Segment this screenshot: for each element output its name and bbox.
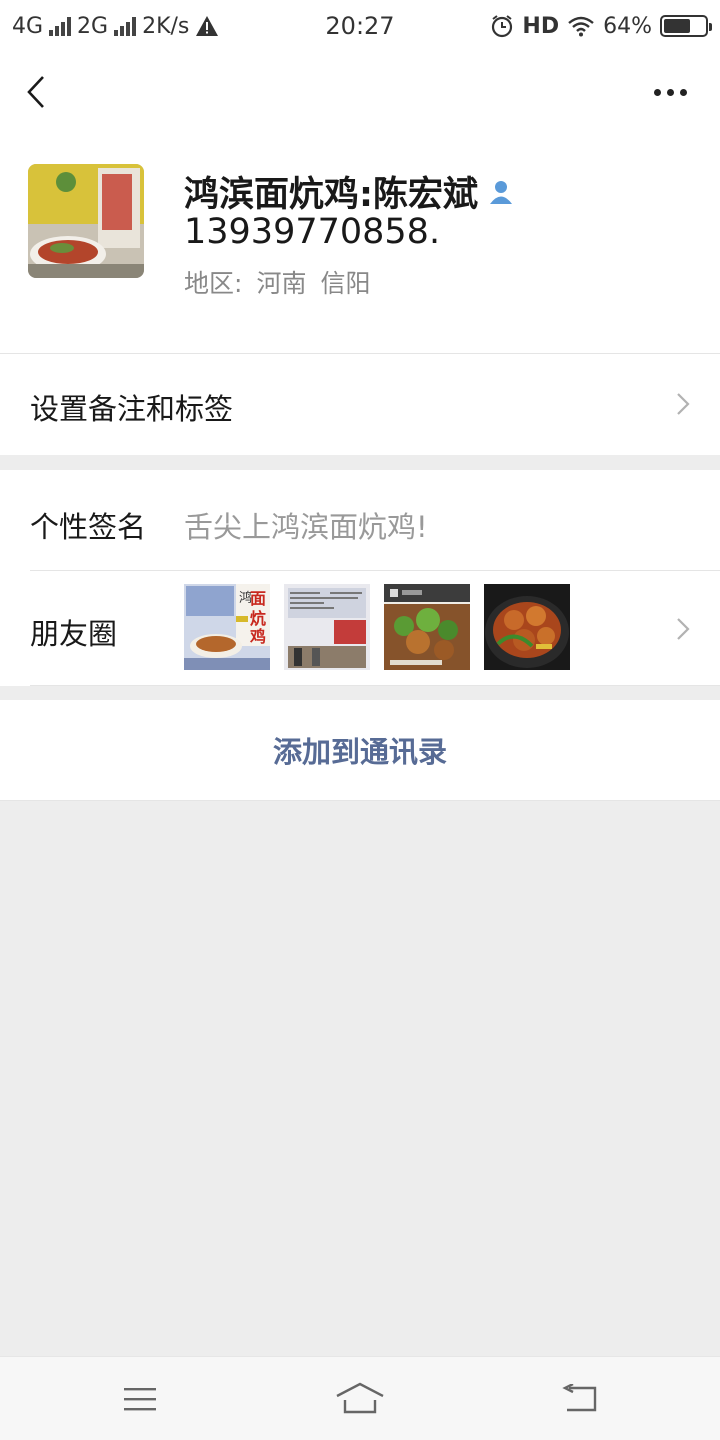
moment-thumbnail[interactable]: 鸿 面 炕 鸡 [184,584,270,670]
more-dots-icon [653,88,661,96]
avatar-image [28,164,144,278]
add-to-contacts-button[interactable]: 添加到通讯录 [273,729,447,771]
warning-icon [196,16,219,36]
svg-text:面: 面 [250,589,266,608]
speed-label: 2K/s [142,13,190,39]
chevron-right-icon [677,618,690,640]
system-nav-bar [0,1356,720,1440]
set-remark-label: 设置备注和标签 [30,392,234,426]
moments-label: 朋友圈 [30,617,118,651]
moment-thumbnail[interactable] [284,584,370,670]
svg-text:炕: 炕 [250,609,266,628]
back-nav-button[interactable] [550,1377,610,1421]
chevron-right-icon [677,393,690,415]
signature-value: 舌尖上鸿滨面炕鸡! [184,510,428,544]
back-button[interactable] [14,70,58,114]
home-button[interactable] [330,1377,390,1421]
more-dots-icon [666,88,674,96]
alarm-icon [492,15,513,38]
divider [0,800,720,801]
more-dots-icon [679,88,687,96]
contact-person-icon [490,180,512,204]
battery-icon [660,15,712,37]
region: 地区: 河南 信阳 [184,264,370,300]
home-icon [336,1382,384,1414]
signal-icon [49,16,72,36]
signature-label: 个性签名 [30,510,147,544]
wifi-icon [568,16,594,37]
status-bar: 4G 2G 2K/s 20:27 HD 64% [0,0,720,52]
network-4g-label: 4G [12,13,44,39]
moment-thumbnail[interactable] [384,584,470,670]
status-left: 4G 2G 2K/s [12,14,219,39]
moments-row[interactable]: 朋友圈 鸿 面 炕 鸡 [0,571,720,686]
nickname-text: 鸿滨面炕鸡:陈宏斌 [184,175,478,215]
region-city: 信阳 [320,269,371,298]
profile-card: 鸿滨面炕鸡:陈宏斌 13939770858. 地区: 河南 信阳 [0,132,720,354]
avatar[interactable] [28,164,144,278]
set-remark-row[interactable]: 设置备注和标签 [0,354,720,455]
hd-label: HD [522,13,560,39]
nickname-line2: 13939770858. [184,212,441,252]
svg-text:鸡: 鸡 [249,627,266,646]
add-to-contacts-row[interactable]: 添加到通讯录 [0,700,720,800]
moment-thumbnail[interactable] [484,584,570,670]
status-right: HD 64% [490,13,712,39]
moments-thumbnails: 鸿 面 炕 鸡 [184,584,570,670]
nav-bar [0,52,720,132]
chevron-left-icon [27,76,44,108]
signal-icon [114,16,137,36]
battery-percent: 64% [603,13,652,39]
more-button[interactable] [642,72,698,112]
region-province: 河南 [256,269,307,298]
info-group: 个性签名 舌尖上鸿滨面炕鸡! 朋友圈 鸿 面 炕 鸡 [0,470,720,686]
menu-button[interactable] [110,1377,170,1421]
network-2g-label: 2G [77,13,109,39]
menu-icon [124,1388,156,1411]
profile-name: 鸿滨面炕鸡:陈宏斌 [184,166,514,217]
divider [30,685,720,686]
return-icon [562,1384,597,1412]
region-label: 地区: [184,269,243,298]
